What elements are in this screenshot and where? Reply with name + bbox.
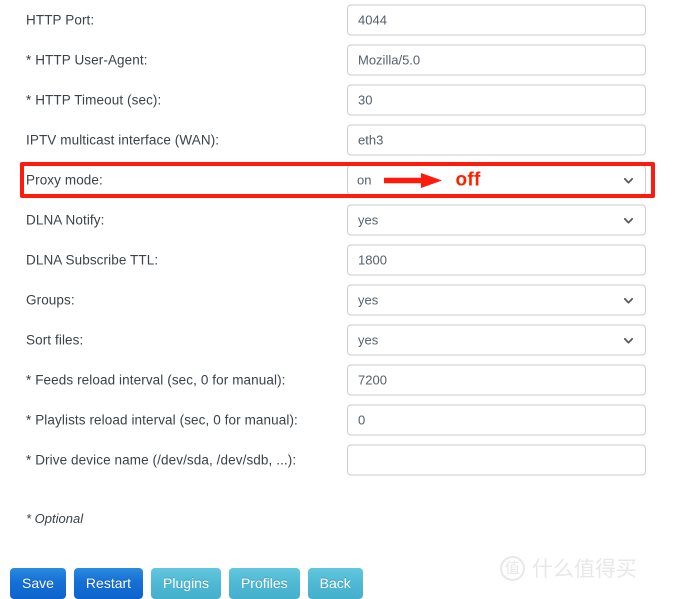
field-value: 1800 bbox=[358, 252, 387, 268]
field-label: Proxy mode: bbox=[26, 172, 103, 188]
settings-page: HTTP Port: 4044 * HTTP User-Agent: Mozilla/… bbox=[0, 0, 676, 599]
field-input[interactable]: 0 bbox=[347, 404, 646, 436]
field-input[interactable] bbox=[347, 444, 646, 476]
field-value: yes bbox=[358, 212, 379, 228]
form-row: IPTV multicast interface (WAN): eth3 bbox=[0, 120, 676, 160]
save-button[interactable]: Save bbox=[10, 568, 66, 599]
field-input[interactable]: 4044 bbox=[347, 4, 646, 36]
field-label: * Feeds reload interval (sec, 0 for manu… bbox=[26, 372, 286, 388]
field-label: Sort files: bbox=[26, 332, 84, 348]
chevron-down-icon[interactable] bbox=[623, 175, 634, 186]
field-select[interactable]: yes bbox=[347, 324, 646, 356]
form-row: DLNA Notify: yes bbox=[0, 200, 676, 240]
watermark-text: 什么值得买 bbox=[532, 557, 637, 581]
field-input[interactable]: 30 bbox=[347, 84, 646, 116]
field-input[interactable]: Mozilla/5.0 bbox=[347, 44, 646, 76]
field-label: * Playlists reload interval (sec, 0 for … bbox=[26, 412, 298, 428]
field-label: IPTV multicast interface (WAN): bbox=[26, 132, 220, 148]
field-value: 4044 bbox=[358, 12, 387, 28]
field-label: Groups: bbox=[26, 292, 75, 308]
form-row: HTTP Port: 4044 bbox=[0, 0, 676, 40]
field-input[interactable]: eth3 bbox=[347, 124, 646, 156]
form-row: DLNA Subscribe TTL: 1800 bbox=[0, 240, 676, 280]
optional-note: * Optional bbox=[26, 511, 84, 526]
watermark: 值 什么值得买 bbox=[500, 553, 637, 583]
back-button[interactable]: Back bbox=[307, 568, 363, 599]
field-label: * Drive device name (/dev/sda, /dev/sdb,… bbox=[26, 452, 297, 468]
field-label: * HTTP User-Agent: bbox=[26, 52, 148, 68]
field-select[interactable]: on bbox=[347, 164, 646, 196]
chevron-down-icon[interactable] bbox=[623, 295, 634, 306]
field-input[interactable]: 1800 bbox=[347, 244, 646, 276]
field-value: Mozilla/5.0 bbox=[358, 52, 421, 68]
field-label: HTTP Port: bbox=[26, 12, 95, 28]
restart-button[interactable]: Restart bbox=[73, 568, 144, 599]
profiles-button[interactable]: Profiles bbox=[228, 568, 300, 599]
watermark-badge-icon: 值 bbox=[500, 555, 525, 581]
field-label: DLNA Subscribe TTL: bbox=[26, 252, 159, 268]
form-row: * Feeds reload interval (sec, 0 for manu… bbox=[0, 360, 676, 400]
chevron-down-icon[interactable] bbox=[623, 335, 634, 346]
field-value: yes bbox=[358, 292, 379, 308]
form-row: * Playlists reload interval (sec, 0 for … bbox=[0, 400, 676, 440]
field-select[interactable]: yes bbox=[347, 204, 646, 236]
form-row: Groups: yes bbox=[0, 280, 676, 320]
form-row: * Drive device name (/dev/sda, /dev/sdb,… bbox=[0, 440, 676, 480]
field-value: 30 bbox=[358, 92, 373, 108]
plugins-button[interactable]: Plugins bbox=[151, 568, 221, 599]
form-row: * HTTP User-Agent: Mozilla/5.0 bbox=[0, 40, 676, 80]
field-value: 0 bbox=[358, 412, 366, 428]
field-value: yes bbox=[358, 332, 379, 348]
field-select[interactable]: yes bbox=[347, 284, 646, 316]
field-label: DLNA Notify: bbox=[26, 212, 105, 228]
field-value: 7200 bbox=[358, 372, 387, 388]
form-row: Proxy mode:ononoff bbox=[0, 160, 676, 200]
settings-form: HTTP Port: 4044 * HTTP User-Agent: Mozilla/… bbox=[0, 0, 676, 480]
form-row: * HTTP Timeout (sec): 30 bbox=[0, 80, 676, 120]
action-button-bar: Save Restart Plugins Profiles Back bbox=[10, 568, 363, 599]
field-input[interactable]: 7200 bbox=[347, 364, 646, 396]
chevron-down-icon[interactable] bbox=[623, 215, 634, 226]
field-label: * HTTP Timeout (sec): bbox=[26, 92, 162, 108]
field-value: eth3 bbox=[358, 132, 384, 148]
form-row: Sort files: yes bbox=[0, 320, 676, 360]
